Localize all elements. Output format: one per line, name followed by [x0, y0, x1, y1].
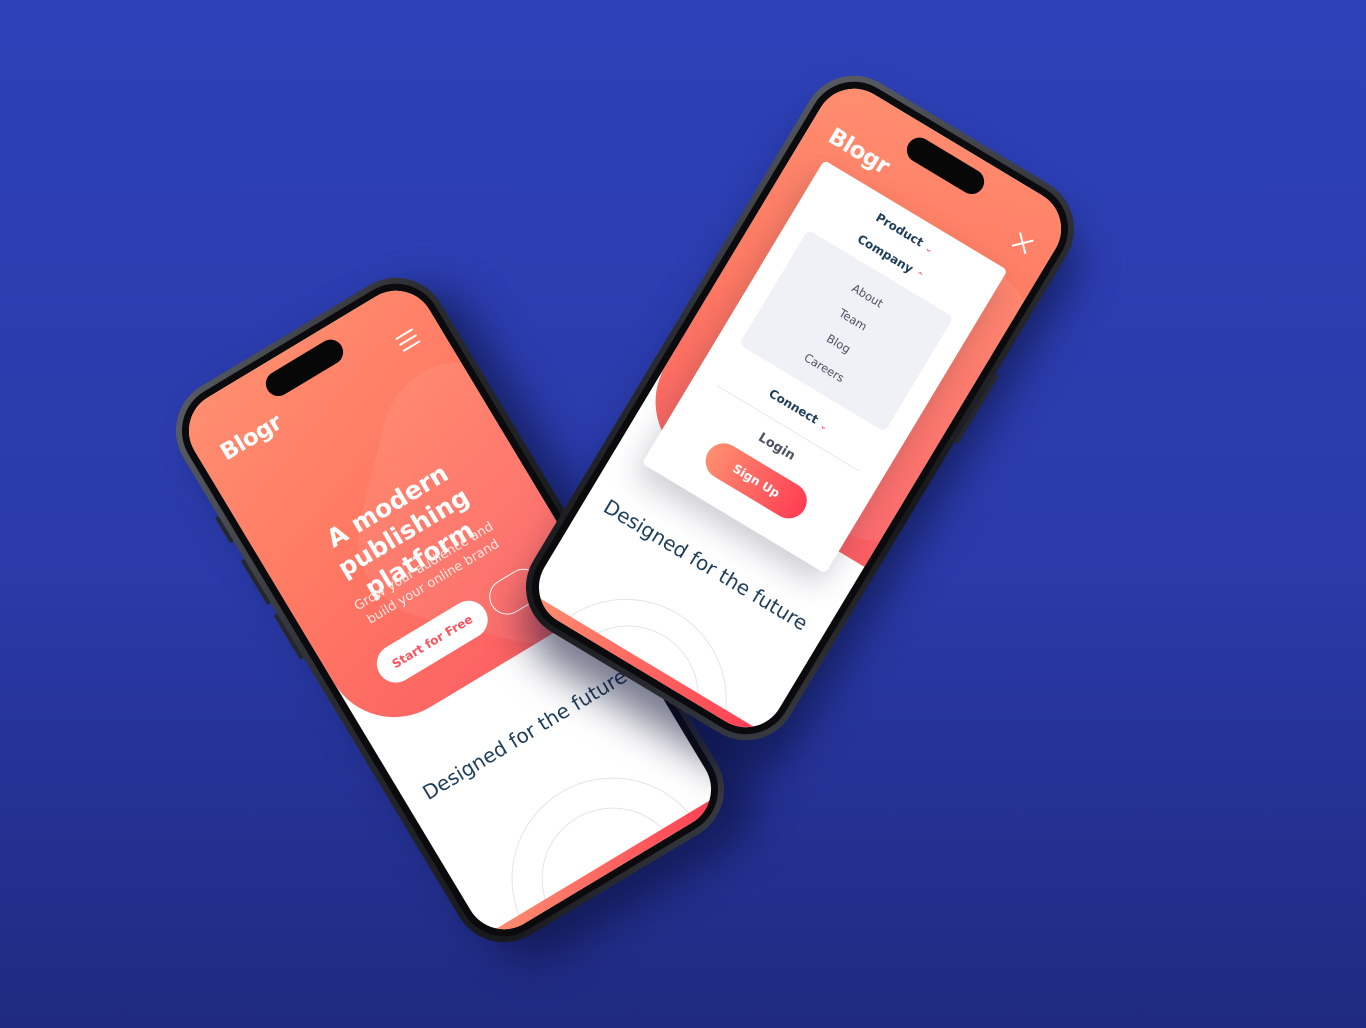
blogr-logo[interactable]: Blogr — [216, 410, 286, 467]
chevron-down-icon: ⌄ — [817, 420, 830, 434]
chevron-up-icon: ⌃ — [912, 270, 925, 283]
hero-section: Blogr A modern publishing platform Grow … — [174, 276, 606, 744]
page-background: { "brand": { "accent": "#ff525d", "gradi… — [0, 0, 1366, 1028]
phone-screen-right: Blogr Product⌄ Company⌃ About Team Blog … — [524, 74, 1076, 742]
hamburger-icon[interactable] — [395, 328, 421, 353]
phone-mockup-right: Blogr Product⌄ Company⌃ About Team Blog … — [506, 56, 1094, 760]
close-icon[interactable] — [1008, 228, 1038, 258]
